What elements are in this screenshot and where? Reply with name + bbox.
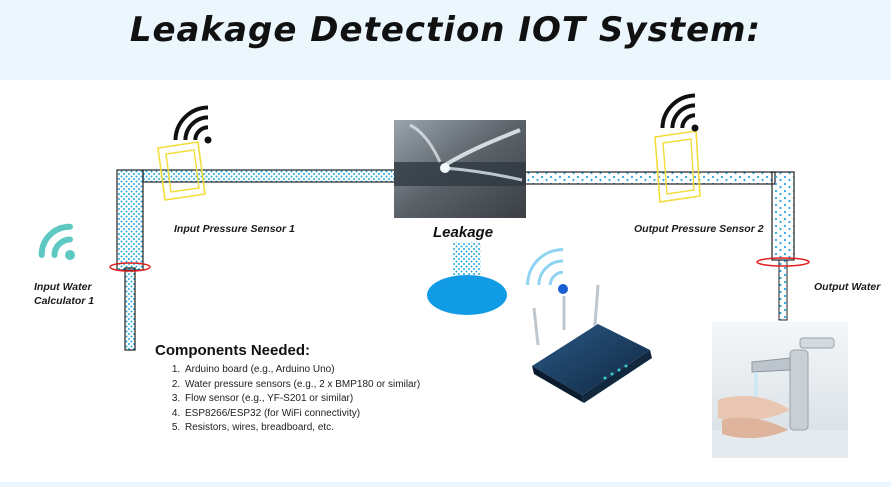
output-pressure-sensor: [654, 130, 701, 203]
output-sensor-label: Output Pressure Sensor 2: [634, 223, 764, 235]
output-water-label: Output Water: [814, 281, 881, 293]
list-item: Flow sensor (e.g., YF-S201 or similar): [183, 392, 485, 407]
list-item: Resistors, wires, breadboard, etc.: [183, 421, 485, 436]
list-item: ESP8266/ESP32 (for WiFi connectivity): [183, 407, 485, 422]
components-heading: Components Needed:: [155, 342, 311, 359]
input-sensor-label: Input Pressure Sensor 1: [174, 223, 295, 235]
wifi-icon: [173, 105, 212, 144]
leakage-label: Leakage: [433, 224, 494, 241]
router-icon: [526, 248, 652, 403]
wifi-icon: [660, 93, 699, 132]
list-item: Water pressure sensors (e.g., 2 x BMP180…: [183, 378, 485, 393]
wifi-icon: [38, 223, 75, 260]
list-item: Arduino board (e.g., Arduino Uno): [183, 363, 485, 378]
input-water-label: Input Water: [34, 281, 92, 293]
footer-bar: [0, 482, 891, 487]
calculator-label: Calculator 1: [34, 295, 95, 307]
components-list: Components Needed: Arduino board (e.g., …: [155, 342, 485, 436]
leak-photo: [394, 120, 526, 218]
leak-stream: [453, 242, 481, 278]
water-puddle: [427, 275, 507, 315]
input-pipe: [116, 169, 396, 351]
faucet-photo: [712, 322, 848, 458]
